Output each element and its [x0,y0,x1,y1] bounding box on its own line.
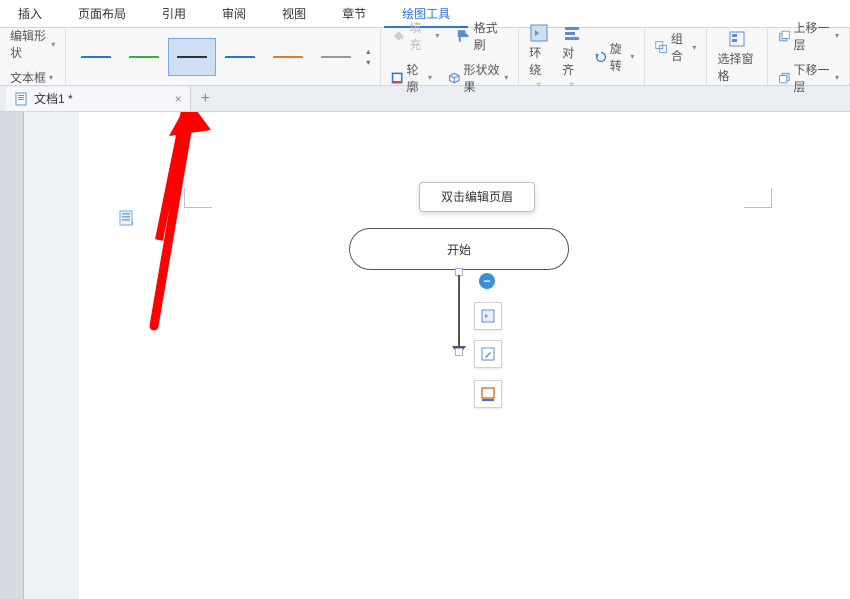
selection-pane-icon [728,30,746,48]
line-style-swatches: ▴ ▾ [72,28,374,85]
shape-effects-label: 形状效果 [464,61,502,95]
selection-pane-button[interactable]: 选择窗格 [713,28,760,86]
outline-button[interactable]: 轮廓 ▾ [387,59,436,97]
cube-icon [448,70,461,86]
wrap-icon [530,24,548,42]
line-style-more[interactable]: ▴ ▾ [360,47,374,67]
chevron-down-icon: ▾ [835,73,839,82]
square-outline-color-icon [480,386,496,402]
line-style-2[interactable] [120,38,168,76]
tab-view[interactable]: 视图 [264,0,324,28]
flowchart-start-node[interactable]: 开始 [349,228,569,270]
flowchart-node-label: 开始 [447,241,471,258]
chevron-down-icon: ▾ [835,31,839,40]
rotate-label: 旋转 [610,40,628,74]
workspace: ▾ 双击编辑页眉 开始 − [0,112,850,599]
header-edit-tooltip: 双击编辑页眉 [419,182,535,212]
line-style-3[interactable] [168,38,216,76]
chevron-down-icon: ▾ [504,73,508,82]
chevron-down-icon: ▾ [366,58,370,67]
connector-line[interactable] [458,275,460,349]
rotate-icon [595,49,607,65]
chevron-down-icon: ▾ [49,73,53,82]
collapse-badge[interactable]: − [479,273,495,289]
header-margin-left [184,188,212,208]
tab-insert[interactable]: 插入 [0,0,60,28]
line-style-6[interactable] [312,38,360,76]
tab-review[interactable]: 审阅 [204,0,264,28]
bring-forward-label: 上移一层 [794,19,832,53]
align-label: 对齐 [562,44,581,78]
align-icon [563,24,581,42]
tab-references[interactable]: 引用 [144,0,204,28]
chevron-down-icon: ▿ [537,80,541,89]
chevron-up-icon: ▴ [366,47,370,56]
format-painter-label: 格式刷 [474,19,509,53]
fill-label: 填充 [409,19,432,53]
fill-button[interactable]: 填充 ▾ [387,17,443,55]
document-tab[interactable]: 文档1 * × [6,87,191,111]
new-document-button[interactable]: + [201,90,210,108]
chevron-down-icon: ▾ [51,40,55,49]
align-button[interactable]: 对齐 ▿ [558,22,585,91]
document-tab-label: 文档1 * [34,90,73,107]
send-backward-label: 下移一层 [794,61,832,95]
selection-pane-label: 选择窗格 [717,50,756,84]
send-backward-button[interactable]: 下移一层 ▾ [774,59,843,97]
document-icon [14,92,28,106]
group-arrange-1: 环绕 ▿ 对齐 ▿ 旋转 ▾ [519,28,645,85]
wrap-button[interactable]: 环绕 ▿ [525,22,552,91]
layout-options-button[interactable] [474,302,502,330]
outline-toggle-icon[interactable]: ▾ [119,210,133,226]
chevron-down-icon: ▾ [630,52,634,61]
page-margin-gutter [24,112,79,599]
shape-outline-quick-button[interactable] [474,380,502,408]
tab-page-layout[interactable]: 页面布局 [60,0,144,28]
group-shape-edit: 编辑形状 ▾ 文本框 ▾ [0,28,66,85]
group-fill-outline: 填充 ▾ 格式刷 轮廓 ▾ 形状效果 ▾ [381,28,519,85]
svg-text:▾: ▾ [131,221,133,226]
image-wrap-icon [480,308,496,324]
group-icon [655,39,667,55]
line-style-5[interactable] [264,38,312,76]
close-tab-button[interactable]: × [175,92,182,106]
line-style-4[interactable] [216,38,264,76]
group-selection-pane: 选择窗格 [707,28,767,85]
text-box-label: 文本框 [10,69,46,86]
shape-fill-quick-button[interactable] [474,340,502,368]
header-margin-right [744,188,772,208]
bring-forward-icon [778,28,791,44]
group-button[interactable]: 组合 ▾ [651,28,700,66]
outline-label: 轮廓 [407,61,425,95]
chevron-down-icon: ▾ [435,31,439,40]
pen-outline-icon [391,70,403,86]
edit-shape-button[interactable]: 编辑形状 ▾ [6,25,59,63]
bucket-icon [391,28,406,44]
minus-icon: − [483,274,490,288]
ribbon: 编辑形状 ▾ 文本框 ▾ ▴ ▾ 填充 ▾ [0,28,850,86]
brush-icon [455,28,470,44]
document-page[interactable]: ▾ 双击编辑页眉 开始 − [79,112,850,599]
wrap-label: 环绕 [529,44,548,78]
chevron-down-icon: ▿ [570,80,574,89]
edit-shape-label: 编辑形状 [10,27,48,61]
rotate-button[interactable]: 旋转 ▾ [591,38,638,76]
text-box-button[interactable]: 文本框 ▾ [6,67,57,88]
tab-sections[interactable]: 章节 [324,0,384,28]
vertical-ruler [0,112,24,599]
shape-effects-button[interactable]: 形状效果 ▾ [444,59,512,97]
format-painter-button[interactable]: 格式刷 [451,17,512,55]
chevron-down-icon: ▾ [428,73,432,82]
bring-forward-button[interactable]: 上移一层 ▾ [774,17,843,55]
line-style-1[interactable] [72,38,120,76]
group-arrange-2: 组合 ▾ [645,28,707,85]
chevron-down-icon: ▾ [692,43,696,52]
send-backward-icon [778,70,791,86]
group-line-styles: ▴ ▾ [66,28,381,85]
square-pencil-icon [480,346,496,362]
group-label: 组合 [671,30,690,64]
group-z-order: 上移一层 ▾ 下移一层 ▾ [768,28,850,85]
connector-handle-bottom[interactable] [455,348,463,356]
